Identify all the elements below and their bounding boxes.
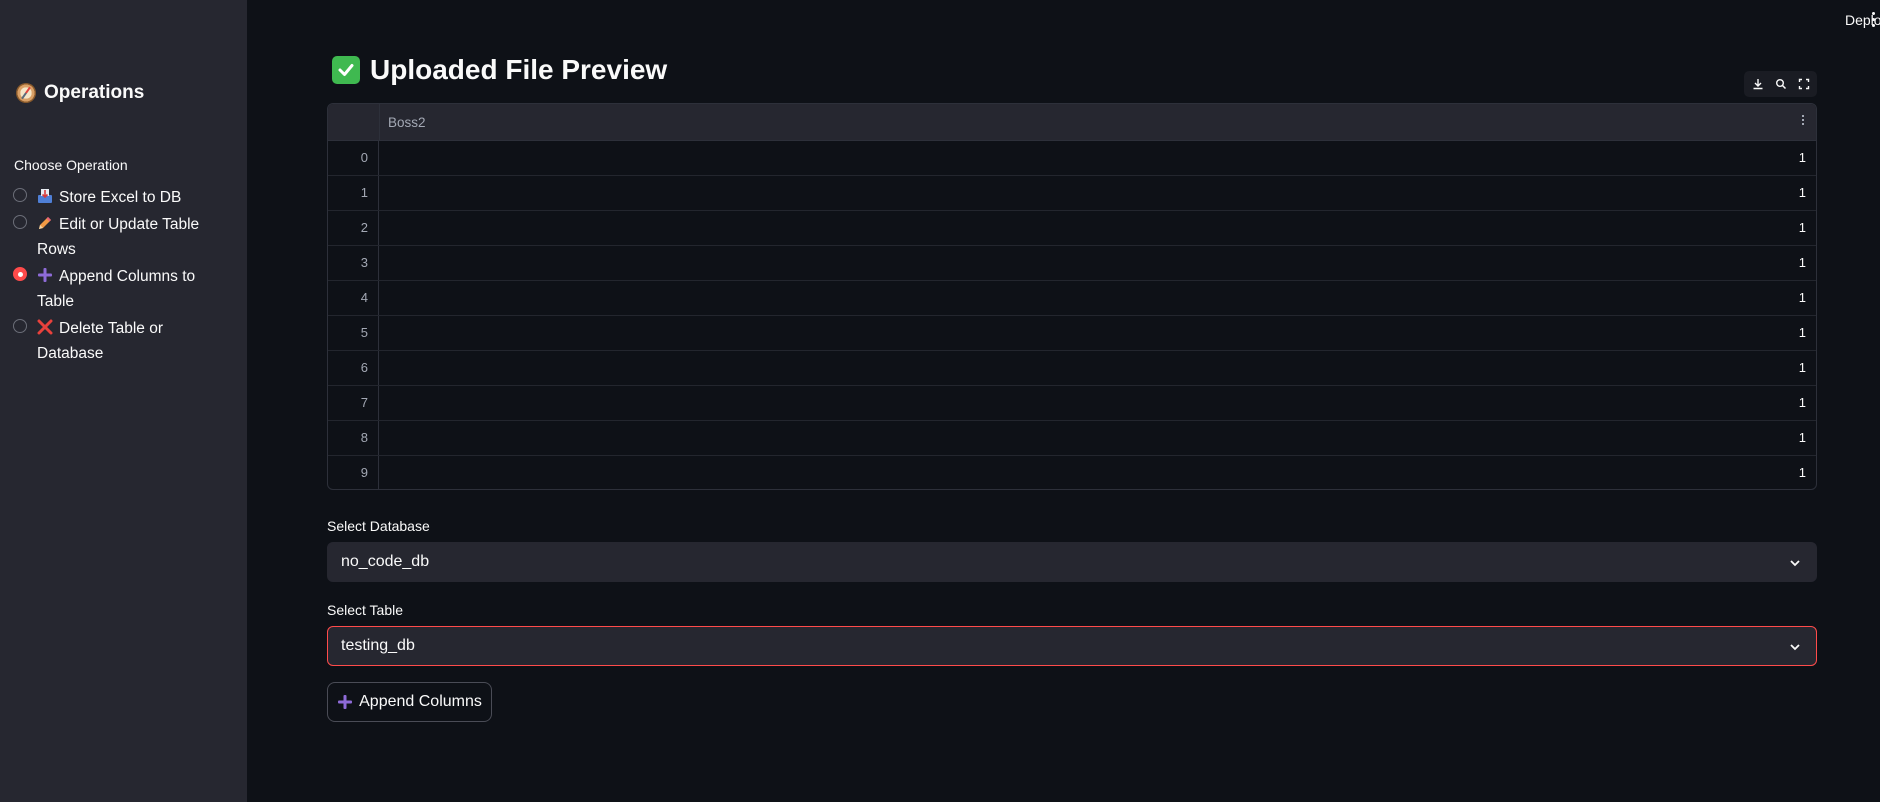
row-index: 1 bbox=[328, 176, 379, 210]
table-row[interactable]: 31 bbox=[328, 246, 1816, 281]
row-index: 4 bbox=[328, 281, 379, 315]
row-index: 8 bbox=[328, 421, 379, 455]
chevron-down-icon bbox=[1790, 644, 1800, 651]
plus-icon bbox=[338, 695, 353, 709]
cross-mark-icon bbox=[37, 319, 53, 334]
cell-value[interactable]: 1 bbox=[379, 141, 1816, 175]
row-index: 2 bbox=[328, 211, 379, 245]
table-row[interactable]: 71 bbox=[328, 386, 1816, 421]
pencil-icon bbox=[39, 216, 51, 229]
page-title: Uploaded File Preview bbox=[332, 54, 667, 86]
radio-button[interactable] bbox=[13, 214, 27, 229]
radio-option-delete[interactable]: Delete Table or Database bbox=[13, 316, 233, 367]
select-database-value: no_code_db bbox=[341, 553, 430, 570]
radio-button[interactable] bbox=[13, 188, 27, 202]
radio-option-edit-update[interactable]: Edit or Update Table Rows bbox=[13, 212, 233, 263]
sidebar: Operations Choose Operation Store Excel … bbox=[0, 0, 247, 802]
row-index: 6 bbox=[328, 351, 379, 385]
table-row[interactable]: 11 bbox=[328, 176, 1816, 211]
index-header bbox=[328, 104, 380, 140]
sidebar-title: Operations bbox=[16, 82, 144, 104]
sidebar-title-text: Operations bbox=[44, 82, 145, 103]
cell-value[interactable]: 1 bbox=[379, 176, 1816, 210]
select-database-dropdown[interactable]: no_code_db bbox=[327, 542, 1817, 582]
cell-value[interactable]: 1 bbox=[379, 246, 1816, 280]
cell-value[interactable]: 1 bbox=[379, 281, 1816, 315]
radio-option-label: Edit or Update Table Rows bbox=[37, 215, 200, 259]
row-index: 5 bbox=[328, 316, 379, 350]
radio-button[interactable] bbox=[13, 318, 27, 333]
row-index: 7 bbox=[328, 386, 379, 420]
table-row[interactable]: 81 bbox=[328, 421, 1816, 456]
radio-option-label: Append Columns to Table bbox=[37, 267, 196, 311]
column-header[interactable]: Boss2 bbox=[380, 104, 1816, 140]
inbox-tray-icon bbox=[38, 189, 52, 203]
cell-value[interactable]: 1 bbox=[379, 316, 1816, 350]
radio-option-label: Delete Table or Database bbox=[37, 319, 163, 363]
chevron-down-icon bbox=[1790, 560, 1800, 567]
radio-option-label: Store Excel to DB bbox=[59, 189, 182, 206]
operation-radio-group: Store Excel to DB Edit or Update Table R… bbox=[13, 185, 233, 368]
column-menu-icon[interactable] bbox=[1802, 115, 1804, 127]
append-columns-button[interactable]: Append Columns bbox=[327, 682, 492, 722]
main-menu-icon[interactable] bbox=[1872, 12, 1876, 30]
cell-value[interactable]: 1 bbox=[379, 386, 1816, 420]
page-title-text: Uploaded File Preview bbox=[370, 54, 668, 85]
grid-header: Boss2 bbox=[328, 104, 1816, 141]
compass-icon bbox=[16, 83, 36, 103]
radio-option-append-columns[interactable]: Append Columns to Table bbox=[13, 264, 233, 315]
table-row[interactable]: 61 bbox=[328, 351, 1816, 386]
download-icon[interactable] bbox=[1751, 77, 1765, 91]
table-row[interactable]: 51 bbox=[328, 316, 1816, 351]
select-database-label: Select Database bbox=[327, 518, 430, 534]
table-row[interactable]: 21 bbox=[328, 211, 1816, 246]
radio-group-label: Choose Operation bbox=[14, 157, 128, 173]
dataframe-toolbar bbox=[1744, 71, 1817, 97]
cell-value[interactable]: 1 bbox=[379, 211, 1816, 245]
fullscreen-icon[interactable] bbox=[1797, 77, 1811, 91]
select-table-label: Select Table bbox=[327, 602, 404, 618]
plus-icon bbox=[38, 267, 52, 282]
check-mark-icon bbox=[332, 56, 360, 84]
column-header-label: Boss2 bbox=[388, 114, 426, 130]
radio-button-selected[interactable] bbox=[13, 266, 27, 281]
select-table-value: testing_db bbox=[341, 637, 415, 654]
cell-value[interactable]: 1 bbox=[379, 456, 1816, 489]
row-index: 3 bbox=[328, 246, 379, 280]
cell-value[interactable]: 1 bbox=[379, 421, 1816, 455]
search-icon[interactable] bbox=[1774, 77, 1788, 91]
radio-option-store-excel[interactable]: Store Excel to DB bbox=[13, 185, 233, 211]
append-columns-button-label: Append Columns bbox=[359, 693, 482, 710]
table-row[interactable]: 01 bbox=[328, 141, 1816, 176]
table-row[interactable]: 41 bbox=[328, 281, 1816, 316]
row-index: 9 bbox=[328, 456, 379, 489]
row-index: 0 bbox=[328, 141, 379, 175]
cell-value[interactable]: 1 bbox=[379, 351, 1816, 385]
select-table-dropdown[interactable]: testing_db bbox=[327, 626, 1817, 666]
dataframe-grid[interactable]: Boss2 01 11 21 31 41 51 61 71 81 91 bbox=[327, 103, 1817, 490]
table-row[interactable]: 91 bbox=[328, 456, 1816, 489]
